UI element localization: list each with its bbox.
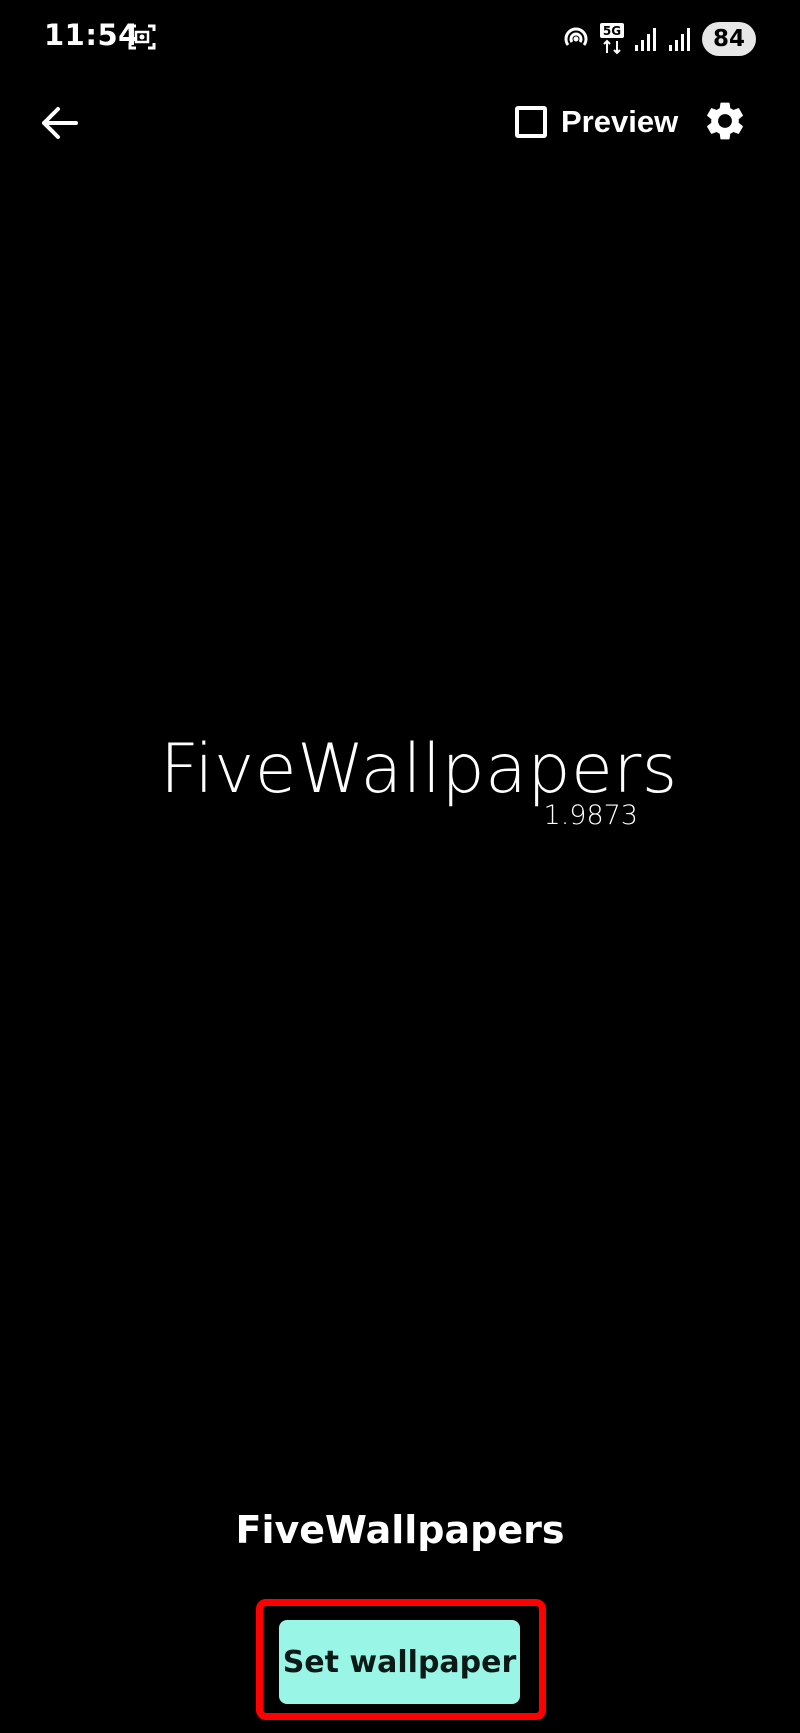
preview-checkbox[interactable]: Preview xyxy=(515,92,678,152)
settings-button[interactable] xyxy=(700,94,750,148)
screenshot-icon xyxy=(128,22,156,52)
network-badge-text: 5G xyxy=(603,24,621,38)
gear-icon xyxy=(707,102,743,140)
arrow-left-icon xyxy=(42,107,78,139)
checkbox-box[interactable] xyxy=(515,106,547,138)
wallpaper-preview-logo: FiveWallpapers 1.9873 xyxy=(160,728,677,838)
battery-icon: 84 xyxy=(702,22,756,56)
set-wallpaper-button[interactable]: Set wallpaper xyxy=(279,1620,520,1704)
signal-icon xyxy=(634,25,658,53)
status-time: 11:54 xyxy=(44,18,139,52)
toolbar: Preview xyxy=(0,78,800,164)
back-button[interactable] xyxy=(30,94,88,152)
wallpaper-name: FiveWallpapers xyxy=(235,1508,565,1552)
status-icons: 5G 84 xyxy=(562,20,756,58)
preview-label: Preview xyxy=(561,104,679,139)
logo-version: 1.9873 xyxy=(543,800,638,831)
hotspot-icon xyxy=(562,25,590,53)
status-bar: 11:54 5G 84 xyxy=(0,0,800,76)
network-5g-icon: 5G xyxy=(600,23,624,55)
signal-icon xyxy=(668,25,692,53)
